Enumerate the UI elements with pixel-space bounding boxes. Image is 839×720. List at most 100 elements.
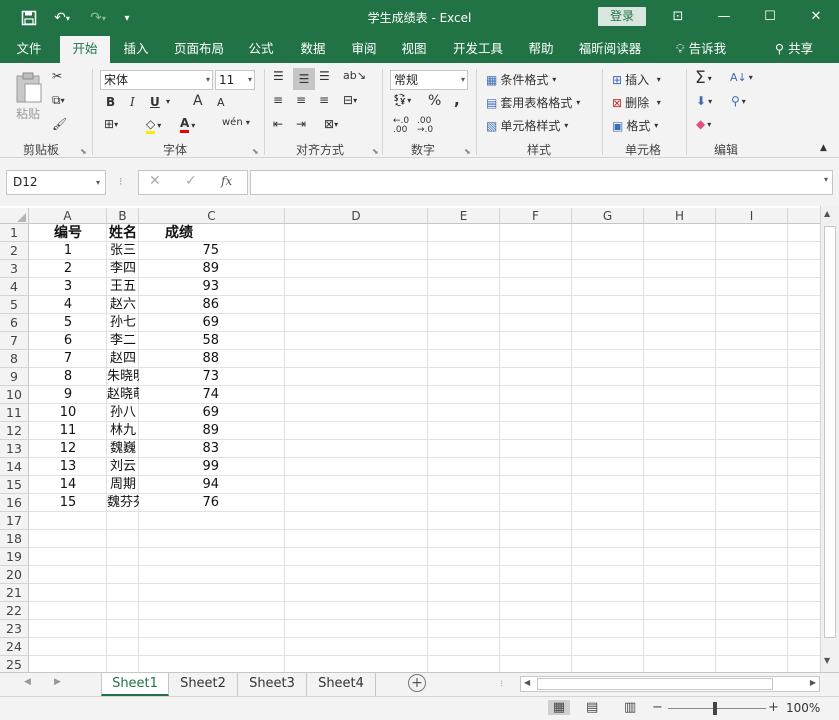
row-header[interactable]: 3 — [0, 260, 29, 278]
data-cell[interactable]: 9 — [29, 386, 107, 404]
row-header[interactable]: 17 — [0, 512, 29, 530]
alignment-dialog-launcher-icon[interactable]: ⬊ — [372, 147, 379, 156]
wrap-text-icon[interactable]: ⊟ ▾ — [343, 93, 357, 107]
tab-file[interactable]: 文件 — [6, 36, 52, 63]
row-header[interactable]: 6 — [0, 314, 29, 332]
row-header[interactable]: 12 — [0, 422, 29, 440]
number-dialog-launcher-icon[interactable]: ⬊ — [464, 147, 471, 156]
data-cell[interactable]: 8 — [29, 368, 107, 386]
column-header[interactable]: C — [139, 208, 285, 224]
cell-styles-button[interactable]: ▧ 单元格样式 ▾ — [486, 117, 568, 134]
sheet-tab-sheet3[interactable]: Sheet3 — [238, 673, 307, 696]
data-cell[interactable]: 76 — [139, 494, 219, 512]
tab-formulas[interactable]: 公式 — [240, 36, 282, 63]
row-header[interactable]: 7 — [0, 332, 29, 350]
row-header[interactable]: 9 — [0, 368, 29, 386]
data-cell[interactable]: 73 — [139, 368, 219, 386]
data-cell[interactable]: 魏巍 — [107, 440, 139, 458]
column-header[interactable]: B — [107, 208, 139, 224]
data-cell[interactable]: 69 — [139, 314, 219, 332]
close-button[interactable]: ✕ — [804, 6, 828, 28]
row-header[interactable]: 25 — [0, 656, 29, 672]
clear-icon[interactable]: ◆ ▾ — [696, 117, 711, 131]
font-size-select[interactable]: 11 ▾ — [215, 70, 255, 90]
data-cell[interactable]: 孙七 — [107, 314, 139, 332]
tab-developer[interactable]: 开发工具 — [446, 36, 510, 63]
row-header[interactable]: 4 — [0, 278, 29, 296]
data-cell[interactable]: 93 — [139, 278, 219, 296]
enter-icon[interactable]: ✓ — [185, 173, 197, 189]
row-header[interactable]: 1 — [0, 224, 29, 242]
autosum-icon[interactable]: Σ ▾ — [695, 68, 712, 88]
header-cell[interactable]: 成绩 — [139, 224, 219, 242]
underline-dropdown-icon[interactable]: ▾ — [166, 97, 170, 106]
data-cell[interactable]: 李四 — [107, 260, 139, 278]
header-cell[interactable]: 姓名 — [107, 224, 139, 242]
scroll-up-icon[interactable]: ▲ — [824, 209, 830, 218]
expand-formula-bar-icon[interactable]: ▾ — [824, 175, 828, 184]
column-header[interactable]: G — [572, 208, 644, 224]
row-header[interactable]: 19 — [0, 548, 29, 566]
row-header[interactable]: 10 — [0, 386, 29, 404]
increase-font-size-button[interactable]: A — [193, 93, 203, 109]
increase-indent-icon[interactable]: ⇥ — [296, 117, 306, 131]
format-as-table-button[interactable]: ▤ 套用表格格式 ▾ — [486, 94, 580, 111]
decrease-decimal-icon[interactable]: .00 →.0 — [417, 117, 433, 135]
zoom-out-icon[interactable]: − — [652, 700, 663, 715]
share-button[interactable]: ⚲ 共享 — [766, 36, 822, 63]
insert-function-icon[interactable]: fx — [221, 174, 232, 188]
align-left-icon[interactable]: ≡ — [273, 93, 283, 107]
normal-view-icon[interactable]: ▦ — [548, 700, 570, 715]
column-header[interactable]: A — [29, 208, 107, 224]
tab-foxit-reader[interactable]: 福昕阅读器 — [572, 36, 648, 63]
comma-button[interactable]: , — [454, 91, 460, 109]
row-header[interactable]: 8 — [0, 350, 29, 368]
worksheet-grid[interactable]: A B C D E F G H I 1 2 3 4 5 6 7 8 9 10 11 12 13 14 15 1… — [0, 206, 820, 672]
tell-me-box[interactable]: 💡︎ 告诉我 — [664, 36, 738, 63]
tab-home[interactable]: 开始 — [60, 36, 110, 63]
fill-color-icon[interactable]: ◇ ▾ — [146, 117, 161, 134]
page-layout-view-icon[interactable]: ▤ — [586, 700, 598, 715]
data-cell[interactable]: 王五 — [107, 278, 139, 296]
tab-view[interactable]: 视图 — [393, 36, 435, 63]
percent-button[interactable]: % — [428, 93, 441, 109]
data-cell[interactable]: 刘云 — [107, 458, 139, 476]
row-header[interactable]: 20 — [0, 566, 29, 584]
scroll-sheets-right-icon[interactable]: ▶ — [54, 677, 61, 687]
row-header[interactable]: 23 — [0, 620, 29, 638]
font-dialog-launcher-icon[interactable]: ⬊ — [252, 147, 259, 156]
data-cell[interactable]: 6 — [29, 332, 107, 350]
conditional-formatting-button[interactable]: ▦ 条件格式 ▾ — [486, 71, 556, 88]
align-center-icon[interactable]: ≡ — [296, 93, 306, 107]
header-cell[interactable]: 编号 — [29, 224, 107, 242]
select-all-button[interactable] — [0, 208, 29, 224]
increase-decimal-icon[interactable]: ←.0.00 — [393, 117, 409, 135]
sort-filter-icon[interactable]: A↓ ▾ — [730, 71, 753, 84]
delete-cells-button[interactable]: ⊠ 删除 ▾ — [612, 94, 661, 111]
row-header[interactable]: 22 — [0, 602, 29, 620]
data-cell[interactable]: 朱晓明 — [107, 368, 139, 386]
sheet-tab-sheet1[interactable]: Sheet1 — [101, 673, 169, 696]
data-cell[interactable]: 孙八 — [107, 404, 139, 422]
row-header[interactable]: 2 — [0, 242, 29, 260]
row-header[interactable]: 11 — [0, 404, 29, 422]
data-cell[interactable]: 75 — [139, 242, 219, 260]
data-cell[interactable]: 赵四 — [107, 350, 139, 368]
data-cell[interactable]: 10 — [29, 404, 107, 422]
data-cell[interactable]: 5 — [29, 314, 107, 332]
data-cell[interactable]: 魏芬芬 — [107, 494, 139, 512]
data-cell[interactable]: 69 — [139, 404, 219, 422]
data-cell[interactable]: 88 — [139, 350, 219, 368]
scroll-down-icon[interactable]: ▼ — [824, 656, 830, 665]
collapse-ribbon-icon[interactable]: ▲ — [820, 143, 827, 153]
data-cell[interactable]: 周期 — [107, 476, 139, 494]
tab-data[interactable]: 数据 — [292, 36, 334, 63]
vertical-scroll-thumb[interactable] — [824, 226, 836, 638]
cancel-icon[interactable]: ✕ — [149, 173, 161, 189]
borders-icon[interactable]: ⊞ ▾ — [104, 117, 118, 131]
data-cell[interactable]: 赵晓萌 — [107, 386, 139, 404]
data-cell[interactable]: 13 — [29, 458, 107, 476]
column-header[interactable]: I — [716, 208, 788, 224]
column-header[interactable] — [788, 208, 820, 224]
page-break-view-icon[interactable]: ▥ — [624, 700, 636, 715]
